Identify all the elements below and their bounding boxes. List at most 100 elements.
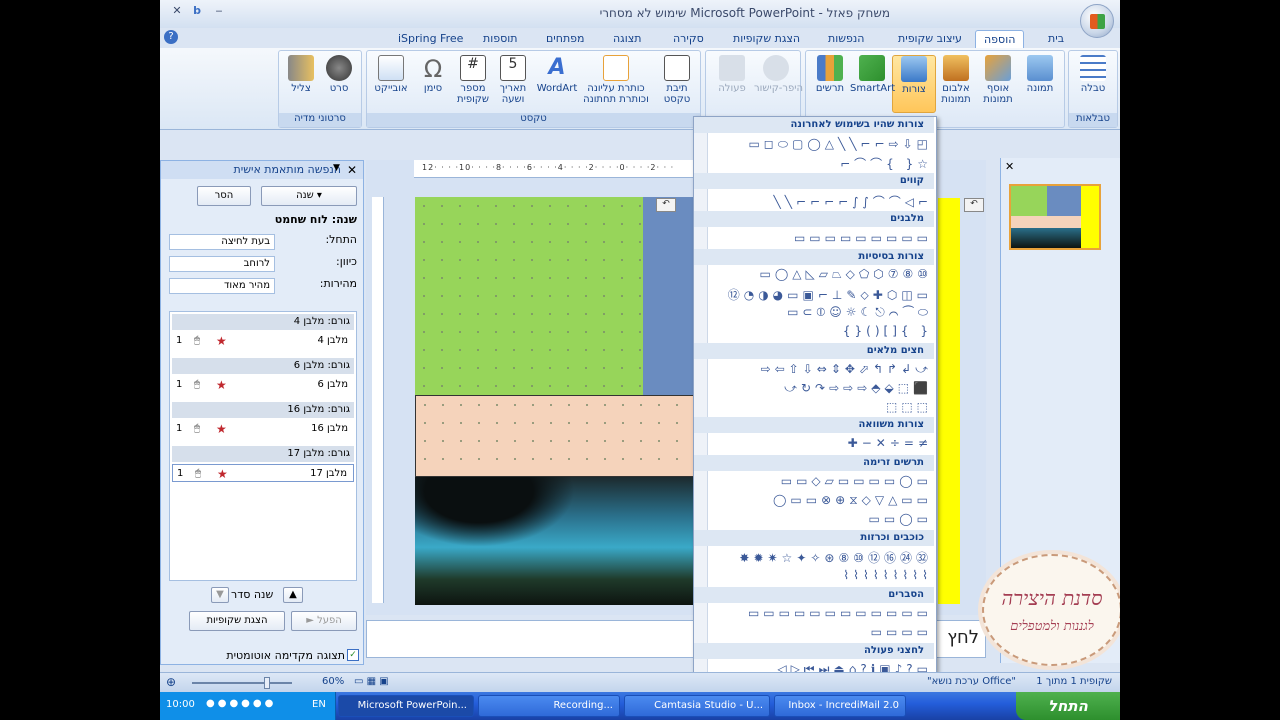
language-indicator[interactable]: EN	[312, 699, 326, 710]
start-button[interactable]: התחל	[1016, 692, 1120, 720]
section-flowchart: תרשים זרימה	[694, 455, 934, 471]
tab-review[interactable]: סקירה	[665, 30, 712, 48]
shape-row[interactable]: ✸✹✷☆✦✧⊛⑧⑩⑫⑯㉔㉜	[739, 549, 932, 565]
play-button[interactable]: ► הפעל	[291, 611, 357, 631]
header-footer-button[interactable]: כותרת עליונה וכותרת תחתונה	[581, 55, 651, 113]
shapes-button[interactable]: צורות	[892, 55, 936, 113]
object-button[interactable]: אובייקט	[369, 55, 413, 113]
shape-row[interactable]: ▭▭◯▭	[869, 512, 932, 528]
peach-rectangle[interactable]	[415, 395, 697, 477]
shape-row[interactable]: ⌇⌇⌇⌇⌇⌇⌇⌇⌇	[843, 568, 932, 584]
tab-design[interactable]: עיצוב שקופית	[890, 30, 970, 48]
start-select[interactable]: בעת לחיצה	[169, 234, 275, 250]
shape-row[interactable]: ▭◯△◺▱⏢◇⬠⬡⑦⑧⑩	[760, 267, 932, 283]
tray-icons[interactable]: ●●●●●●	[206, 698, 276, 709]
symbol-icon: Ω	[423, 55, 443, 83]
tab-view[interactable]: תצוגה	[605, 30, 649, 48]
trigger-tag-icon-2[interactable]: ↶	[964, 198, 984, 212]
chart-button[interactable]: תרשים	[808, 55, 852, 113]
change-effect-button[interactable]: שנה ▾	[261, 186, 357, 206]
direction-select[interactable]: לרוחב	[169, 256, 275, 272]
shape-row[interactable]: ▭◻⬭▢◯△╲╲⌐⌐⇨⇩◰	[748, 137, 932, 153]
move-up-button[interactable]: ▲	[283, 587, 303, 603]
shape-row[interactable]: ▭▭▭▭▭▭▭▭▭	[794, 231, 932, 247]
tab-developer[interactable]: מפתחים	[538, 30, 593, 48]
zoom-slider[interactable]	[192, 682, 292, 684]
animation-list[interactable]: גורם: מלבן 4 מלבן 4 ★ 🖱 1 גורם: מלבן 6 מ…	[169, 311, 357, 581]
shape-row[interactable]: ⌐⌒⌒{ }☆	[840, 155, 932, 171]
shape-row[interactable]: ▭▭▭▭▭▭▭▭▭▭▭▭	[748, 606, 932, 622]
shape-row[interactable]: ▭▭◇▱▭▭▭▭◯▭	[781, 474, 932, 490]
b-icon[interactable]: b	[186, 4, 208, 22]
yellow-strip[interactable]	[938, 198, 960, 604]
clipart-button[interactable]: אוסף תמונות	[976, 55, 1020, 113]
hyperlink-button[interactable]: היפר-קישור	[754, 55, 803, 113]
title-bar: ✕ b ‒ משחק פאזל - Microsoft PowerPoint ש…	[160, 0, 1120, 38]
list-item[interactable]: מלבן 16 ★ 🖱 1	[172, 420, 354, 438]
list-item[interactable]: מלבן 4 ★ 🖱 1	[172, 332, 354, 350]
shape-row[interactable]: ▭▭▭▭	[871, 625, 932, 641]
tab-addins[interactable]: תוספות	[475, 30, 525, 48]
tab-ispring[interactable]: iSpring Free	[390, 30, 471, 48]
tab-home[interactable]: בית	[1040, 30, 1072, 48]
tab-slideshow[interactable]: הצגת שקופיות	[725, 30, 808, 48]
movie-button[interactable]: סרט	[317, 55, 361, 113]
tab-insert[interactable]: הוספה	[975, 30, 1025, 48]
section-action-buttons: לחצני פעולה	[694, 643, 934, 659]
list-item[interactable]: מלבן 17 ★ 🖱 1	[172, 464, 354, 482]
close-thumbs-icon[interactable]: ✕	[1005, 160, 1014, 173]
shape-row[interactable]: ⤻↻↷⇨⇨⇨⬘⬙⬚⬛	[784, 381, 932, 397]
slide-canvas[interactable]	[415, 197, 697, 605]
blue-rectangle[interactable]	[643, 197, 697, 395]
slide-number-button[interactable]: # מספר שקופית	[451, 55, 495, 113]
close-window-button[interactable]: ✕	[166, 4, 188, 22]
shape-row[interactable]: ✚−✕÷=≠	[848, 436, 932, 452]
speed-select[interactable]: מהיר מאוד	[169, 278, 275, 294]
shape-row[interactable]: ⑫◔◑◕▭▣⌐⊥✎⬦✚⬡◫▭	[728, 286, 932, 302]
trigger-group[interactable]: גורם: מלבן 16	[172, 402, 354, 418]
window-title: משחק פאזל - Microsoft PowerPoint שימוש ל…	[599, 6, 890, 20]
trigger-tag-icon[interactable]: ↶	[656, 198, 676, 212]
trigger-group[interactable]: גורם: מלבן 17	[172, 446, 354, 462]
shapes-gallery[interactable]: צורות שהיו בשימוש לאחרונה ▭◻⬭▢◯△╲╲⌐⌐⇨⇩◰ …	[693, 116, 937, 683]
system-tray: 10:00 EN ●●●●●●	[160, 692, 336, 720]
sound-button[interactable]: צליל	[279, 55, 323, 113]
taskbar-incredimail[interactable]: Inbox - IncrediMail 2.0	[774, 695, 906, 717]
date-time-button[interactable]: 5 תאריך ושעה	[491, 55, 535, 113]
photo-image[interactable]	[415, 477, 697, 605]
fit-window-icon[interactable]: ⊕	[166, 675, 176, 689]
shape-row[interactable]: ⬚⬚⬚	[886, 400, 932, 416]
remove-effect-button[interactable]: הסר	[197, 186, 251, 206]
wordart-button[interactable]: A WordArt	[535, 55, 579, 113]
shape-row[interactable]: ╲╲⌐⌐⌐⌐∫∫⌒⌒◁⌐	[774, 193, 932, 209]
slide-thumbnail-1[interactable]	[1009, 184, 1101, 250]
symbol-button[interactable]: Ω סימן	[411, 55, 455, 113]
green-rectangle[interactable]	[415, 197, 643, 395]
shape-row[interactable]: {}()[]{ }	[843, 324, 932, 340]
photo-album-button[interactable]: אלבום תמונות	[934, 55, 978, 113]
autopreview-checkbox[interactable]: ✓	[347, 649, 359, 661]
trigger-group[interactable]: גורם: מלבן 6	[172, 358, 354, 374]
tab-animations[interactable]: הנפשות	[820, 30, 872, 48]
zoom-thumb[interactable]	[264, 677, 270, 689]
picture-button[interactable]: תמונה	[1018, 55, 1062, 113]
pane-menu-icon[interactable]: ▼	[333, 163, 340, 173]
close-pane-icon[interactable]: ✕	[347, 163, 357, 177]
action-button[interactable]: פעולה	[710, 55, 754, 113]
shape-row[interactable]: ⇨⇦⇧⇩⇔⇕✥⬀↰↱↲⤻	[761, 362, 932, 378]
minimize-button[interactable]: ‒	[208, 4, 230, 22]
textbox-button[interactable]: תיבת טקסט	[655, 55, 699, 113]
table-button[interactable]: טבלה	[1071, 55, 1115, 113]
taskbar-camtasia[interactable]: Camtasia Studio - U...	[624, 695, 770, 717]
smartart-button[interactable]: SmartArt	[850, 55, 895, 113]
slideshow-button[interactable]: הצגת שקופיות	[189, 611, 285, 631]
mouse-icon: 🖱	[194, 423, 200, 434]
taskbar-recording[interactable]: Recording...	[478, 695, 620, 717]
trigger-group[interactable]: גורם: מלבן 4	[172, 314, 354, 330]
list-item[interactable]: מלבן 6 ★ 🖱 1	[172, 376, 354, 394]
taskbar-powerpoint[interactable]: Microsoft PowerPoin...	[338, 695, 474, 717]
move-down-button[interactable]: ▼	[211, 587, 229, 603]
shape-row[interactable]: ▭⊂⦶☺☼☾⎋⌒⏜⬭	[787, 305, 932, 321]
shape-row[interactable]: ◯▭▭⊗⊕⧖◇▽△▭▭	[773, 493, 932, 509]
view-icons[interactable]: ▭ ▦ ▣	[354, 676, 389, 687]
